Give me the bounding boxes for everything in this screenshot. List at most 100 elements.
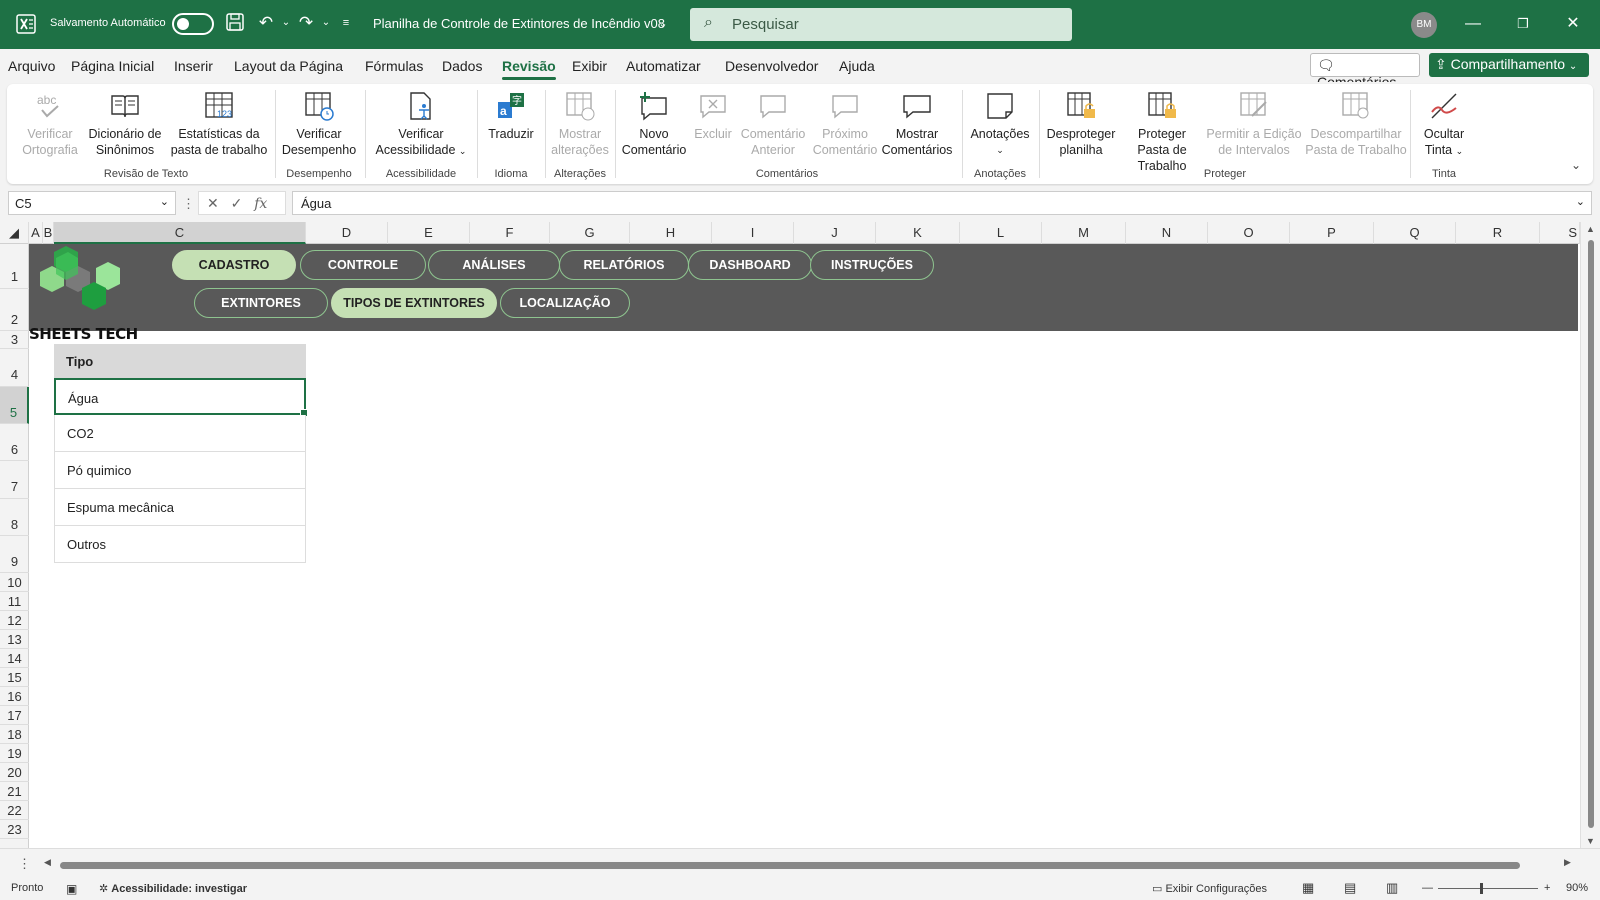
name-box[interactable]: C5 ⌄ bbox=[8, 191, 176, 215]
delete-comment-button[interactable]: Excluir bbox=[691, 90, 735, 142]
column-header-r[interactable]: R bbox=[1456, 222, 1540, 244]
row-header-12[interactable]: 12 bbox=[0, 611, 29, 630]
customize-toolbar-icon[interactable]: ≡ bbox=[335, 12, 357, 34]
column-header-l[interactable]: L bbox=[960, 222, 1042, 244]
row-header-7[interactable]: 7 bbox=[0, 461, 29, 499]
show-changes-button[interactable]: Mostrar alterações bbox=[549, 90, 611, 158]
normal-view-icon[interactable]: ▦ bbox=[1302, 880, 1314, 896]
search-box[interactable]: ⌕ Pesquisar bbox=[690, 8, 1072, 41]
document-title[interactable]: Planilha de Controle de Extintores de In… bbox=[373, 16, 665, 31]
worksheet-grid[interactable]: ◢ A B C D E F G H I J K L M N O P Q R S … bbox=[0, 222, 1600, 848]
thesaurus-button[interactable]: Dicionário de Sinônimos bbox=[85, 90, 165, 158]
cancel-icon[interactable]: ✕ bbox=[207, 195, 219, 211]
row-header-20[interactable]: 20 bbox=[0, 763, 29, 782]
scroll-up-icon[interactable]: ▲ bbox=[1586, 224, 1595, 234]
row-header-22[interactable]: 22 bbox=[0, 801, 29, 820]
display-settings[interactable]: ▭ Exibir Configurações bbox=[1152, 882, 1267, 895]
collapse-ribbon-icon[interactable]: ⌄ bbox=[1571, 158, 1581, 172]
zoom-in-icon[interactable]: + bbox=[1544, 882, 1550, 894]
menu-exibir[interactable]: Exibir bbox=[572, 58, 607, 74]
table-cell[interactable]: Água bbox=[54, 378, 308, 417]
notes-button[interactable]: Anotações ⌄ bbox=[966, 90, 1034, 158]
menu-ajuda[interactable]: Ajuda bbox=[839, 58, 875, 74]
menu-pagina-inicial[interactable]: Página Inicial bbox=[71, 58, 154, 74]
zoom-slider-handle[interactable] bbox=[1480, 883, 1483, 894]
column-header-i[interactable]: I bbox=[712, 222, 794, 244]
translate-button[interactable]: a字 Traduzir bbox=[481, 90, 541, 142]
scroll-left-icon[interactable]: ◀ bbox=[44, 857, 51, 868]
spell-check-button[interactable]: abc Verificar Ortografia bbox=[19, 90, 81, 158]
redo-icon[interactable]: ↷ bbox=[295, 12, 317, 34]
column-header-c[interactable]: C bbox=[54, 222, 306, 244]
nav-cadastro[interactable]: CADASTRO bbox=[172, 250, 296, 280]
column-header-a[interactable]: A bbox=[29, 222, 43, 244]
page-layout-view-icon[interactable]: ▤ bbox=[1344, 880, 1356, 896]
insert-function-icon[interactable]: fx bbox=[254, 196, 267, 212]
table-cell[interactable]: Pó quimico bbox=[54, 452, 306, 489]
scroll-thumb[interactable] bbox=[1588, 240, 1594, 828]
row-header-11[interactable]: 11 bbox=[0, 592, 29, 611]
nav-controle[interactable]: CONTROLE bbox=[300, 250, 426, 280]
table-cell[interactable]: Espuma mecânica bbox=[54, 489, 306, 526]
column-header-o[interactable]: O bbox=[1208, 222, 1290, 244]
column-header-k[interactable]: K bbox=[876, 222, 960, 244]
menu-arquivo[interactable]: Arquivo bbox=[8, 58, 55, 74]
hide-ink-button[interactable]: Ocultar Tinta ⌄ bbox=[1414, 90, 1474, 159]
row-header-9[interactable]: 9 bbox=[0, 536, 29, 573]
nav-instrucoes[interactable]: INSTRUÇÕES bbox=[810, 250, 934, 280]
avatar[interactable]: BM bbox=[1411, 12, 1437, 38]
column-header-p[interactable]: P bbox=[1290, 222, 1374, 244]
more-options-icon[interactable]: ⋮ bbox=[182, 196, 195, 212]
row-header-23[interactable]: 23 bbox=[0, 820, 29, 839]
chevron-down-icon[interactable]: ⌄ bbox=[652, 13, 674, 35]
workbook-stats-button[interactable]: 123 Estatísticas da pasta de trabalho bbox=[169, 90, 269, 158]
row-header-21[interactable]: 21 bbox=[0, 782, 29, 801]
menu-formulas[interactable]: Fórmulas bbox=[365, 58, 423, 74]
column-header-d[interactable]: D bbox=[306, 222, 388, 244]
save-icon[interactable] bbox=[224, 12, 246, 34]
row-header-6[interactable]: 6 bbox=[0, 424, 29, 461]
next-comment-button[interactable]: Próximo Comentário bbox=[811, 90, 879, 158]
redo-dropdown-icon[interactable]: ⌄ bbox=[315, 12, 337, 34]
nav-relatorios[interactable]: RELATÓRIOS bbox=[559, 250, 689, 280]
scroll-down-icon[interactable]: ▼ bbox=[1586, 836, 1595, 846]
column-header-e[interactable]: E bbox=[388, 222, 470, 244]
row-header-15[interactable]: 15 bbox=[0, 668, 29, 687]
close-icon[interactable]: ✕ bbox=[1558, 10, 1588, 38]
nav-dashboard[interactable]: DASHBOARD bbox=[688, 250, 812, 280]
column-header-s[interactable]: S bbox=[1540, 222, 1580, 244]
column-header-q[interactable]: Q bbox=[1374, 222, 1456, 244]
horizontal-scroll-thumb[interactable] bbox=[60, 862, 1520, 869]
chevron-down-icon[interactable]: ⌄ bbox=[160, 195, 169, 208]
row-header-5[interactable]: 5 bbox=[0, 387, 29, 424]
row-header-4[interactable]: 4 bbox=[0, 349, 29, 387]
scroll-right-icon[interactable]: ▶ bbox=[1564, 857, 1571, 868]
table-cell[interactable]: CO2 bbox=[54, 415, 306, 452]
column-header-g[interactable]: G bbox=[550, 222, 630, 244]
share-button[interactable]: ⇪ Compartilhamento ⌄ bbox=[1429, 53, 1589, 77]
page-break-view-icon[interactable]: ▥ bbox=[1386, 880, 1398, 896]
unprotect-sheet-button[interactable]: Desproteger planilha bbox=[1043, 90, 1119, 158]
protect-workbook-button[interactable]: Proteger Pasta de Trabalho bbox=[1121, 90, 1203, 174]
chevron-down-icon[interactable]: ⌄ bbox=[1576, 195, 1585, 208]
row-header-14[interactable]: 14 bbox=[0, 649, 29, 668]
column-header-n[interactable]: N bbox=[1126, 222, 1208, 244]
row-header-3[interactable]: 3 bbox=[0, 331, 29, 349]
column-header-b[interactable]: B bbox=[43, 222, 54, 244]
row-header-13[interactable]: 13 bbox=[0, 630, 29, 649]
undo-dropdown-icon[interactable]: ⌄ bbox=[275, 12, 297, 34]
row-header-18[interactable]: 18 bbox=[0, 725, 29, 744]
restore-icon[interactable]: ❐ bbox=[1508, 10, 1538, 38]
new-comment-button[interactable]: Novo Comentário bbox=[619, 90, 689, 158]
row-header-1[interactable]: 1 bbox=[0, 244, 29, 289]
menu-dados[interactable]: Dados bbox=[442, 58, 482, 74]
menu-revisao[interactable]: Revisão bbox=[502, 58, 556, 80]
row-header-17[interactable]: 17 bbox=[0, 706, 29, 725]
sheet-options-icon[interactable]: ⋮ bbox=[18, 856, 31, 872]
nav-localizacao[interactable]: LOCALIZAÇÃO bbox=[500, 288, 630, 318]
allow-edit-ranges-button[interactable]: Permitir a Edição de Intervalos bbox=[1205, 90, 1303, 158]
row-header-8[interactable]: 8 bbox=[0, 499, 29, 536]
comments-button[interactable]: 🗨 Comentários bbox=[1310, 53, 1420, 90]
check-accessibility-button[interactable]: Verificar Acessibilidade ⌄ bbox=[369, 90, 473, 159]
row-header-16[interactable]: 16 bbox=[0, 687, 29, 706]
